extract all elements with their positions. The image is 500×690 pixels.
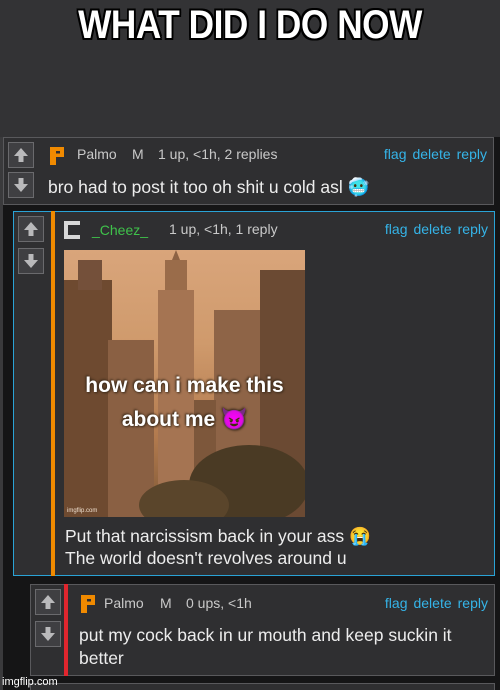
up-arrow-icon <box>14 148 28 162</box>
down-arrow-icon <box>41 627 55 641</box>
comment-username[interactable]: _Cheez_ <box>92 222 148 238</box>
upvote-button[interactable] <box>8 142 34 168</box>
down-arrow-icon <box>14 178 28 192</box>
up-arrow-icon <box>24 222 38 236</box>
flag-link[interactable]: flag <box>385 221 408 237</box>
reply-link[interactable]: reply <box>457 146 487 162</box>
meme-text-line2: about me 😈 <box>121 408 248 431</box>
comment-next-partial <box>30 683 495 690</box>
flag-link[interactable]: flag <box>384 146 407 162</box>
comment-username[interactable]: Palmo <box>104 595 144 611</box>
user-badge: M <box>132 146 144 162</box>
user-badge: M <box>160 595 172 611</box>
comment-text-line2: better <box>79 648 124 668</box>
comment-meta: 1 up, <1h, 1 reply <box>169 221 278 237</box>
comment-meme-image[interactable]: how can i make this about me 😈 imgflip.c… <box>64 250 305 517</box>
downvote-button[interactable] <box>18 248 44 274</box>
delete-link[interactable]: delete <box>413 221 451 237</box>
downvote-button[interactable] <box>35 621 61 647</box>
upvote-button[interactable] <box>18 216 44 242</box>
reply-link[interactable]: reply <box>458 595 488 611</box>
comment-actions: flag delete reply <box>378 146 487 162</box>
flag-link[interactable]: flag <box>385 595 408 611</box>
imgflip-watermark: imgflip.com <box>2 676 58 688</box>
comment-actions: flag delete reply <box>379 595 488 611</box>
delete-link[interactable]: delete <box>412 146 450 162</box>
comment-meta: 0 ups, <1h <box>186 595 252 611</box>
thread-line <box>0 137 3 690</box>
comment-text: bro had to post it too oh shit u cold as… <box>48 177 370 197</box>
downvote-button[interactable] <box>8 172 34 198</box>
comment-actions: flag delete reply <box>379 221 488 237</box>
comment-text-line1: put my cock back in ur mouth and keep su… <box>79 625 452 645</box>
reply-accent-bar <box>51 211 55 576</box>
comment-palmo-2: Palmo M 0 ups, <1h flag delete reply put m… <box>30 584 495 676</box>
upvote-button[interactable] <box>35 589 61 615</box>
meme-text-line1: how can i make this <box>85 374 284 397</box>
comment-username[interactable]: Palmo <box>77 146 117 162</box>
comment-text-line1: Put that narcissism back in your ass 😭 <box>65 526 371 546</box>
meme-caption: WHAT DID I DO NOW <box>78 3 422 47</box>
comment-text-line2: The world doesn't revolves around u <box>65 548 347 568</box>
user-flair-icon <box>81 595 95 613</box>
down-arrow-icon <box>24 254 38 268</box>
user-avatar-icon <box>64 221 80 239</box>
reply-link[interactable]: reply <box>458 221 488 237</box>
comment-meta: 1 up, <1h, 2 replies <box>158 146 278 162</box>
user-flair-icon <box>50 147 64 165</box>
delete-link[interactable]: delete <box>413 595 451 611</box>
up-arrow-icon <box>41 595 55 609</box>
image-watermark: imgflip.com <box>67 508 98 514</box>
reply-accent-bar <box>64 584 68 676</box>
comment-palmo-1: Palmo M 1 up, <1h, 2 replies flag delete r… <box>3 137 494 205</box>
